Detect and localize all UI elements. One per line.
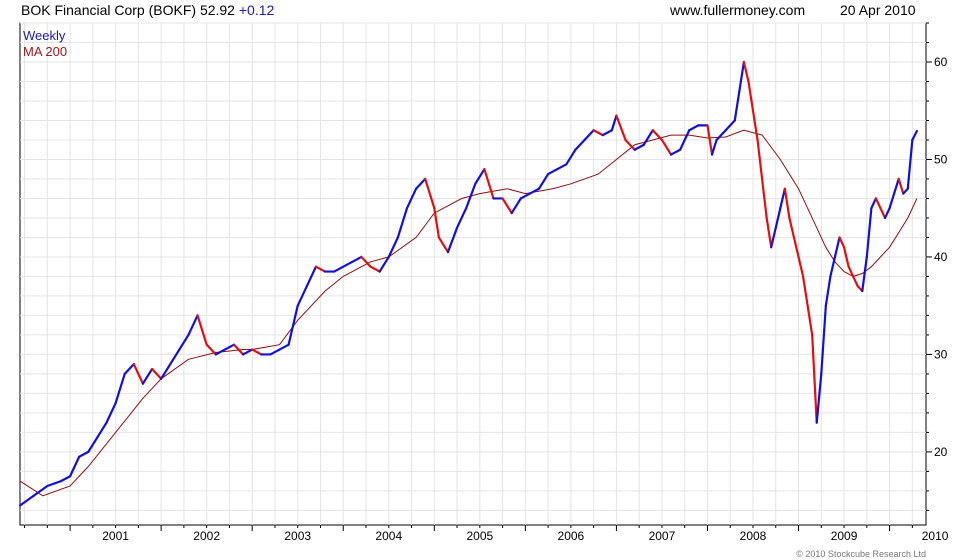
x-tick-label: 2009 xyxy=(831,529,858,543)
x-tick-label: 2003 xyxy=(284,529,311,543)
x-tick-label: 2006 xyxy=(558,529,585,543)
x-tick-label: 2005 xyxy=(466,529,493,543)
x-tick-label: 2004 xyxy=(375,529,402,543)
plot-frame xyxy=(19,22,927,526)
copyright-text: © 2010 Stockcube Research Ltd xyxy=(796,549,926,559)
x-tick-label: 2010 xyxy=(922,529,949,543)
y-tick-label: 50 xyxy=(934,152,948,166)
legend-weekly: Weekly xyxy=(23,28,66,43)
x-axis: 2001 2002 2003 2004 2005 2006 2007 2008 2009 2010 xyxy=(24,525,949,543)
legend-ma200: MA 200 xyxy=(23,44,67,59)
y-tick-label: 40 xyxy=(934,250,948,264)
x-tick-label: 2002 xyxy=(193,529,220,543)
y-tick-label: 20 xyxy=(934,445,948,459)
x-tick-label: 2001 xyxy=(102,529,129,543)
y-tick-label: 60 xyxy=(934,55,948,69)
price-chart: 2030405060 2001 2002 2003 2004 2005 2006 2007 2… xyxy=(18,22,949,543)
x-tick-label: 2007 xyxy=(649,529,676,543)
y-tick-label: 30 xyxy=(934,347,948,361)
y-axis: 20 30 40 50 60 xyxy=(926,22,948,511)
x-tick-label: 2008 xyxy=(740,529,767,543)
